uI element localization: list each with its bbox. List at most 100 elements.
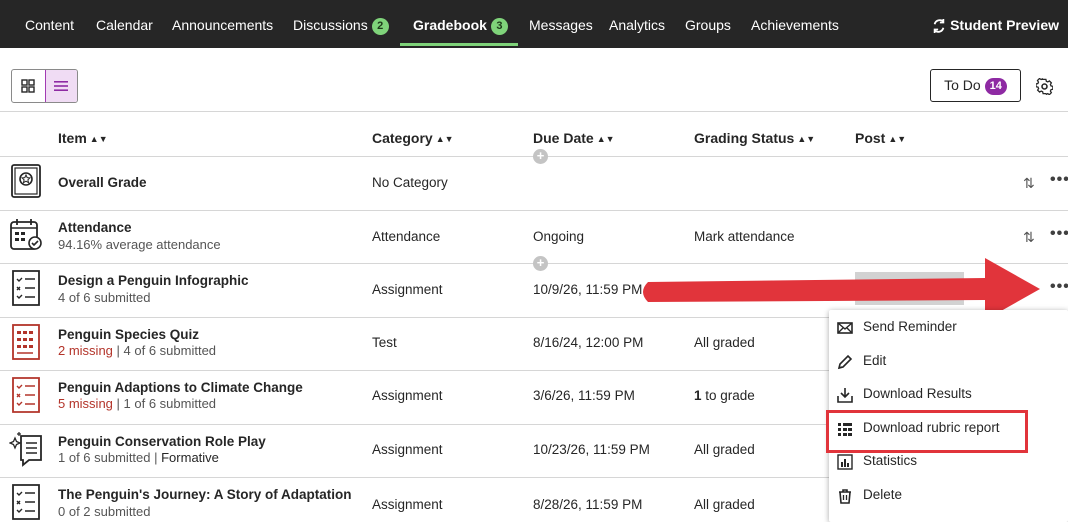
discussions-badge: 2 [371,18,389,35]
nav-analytics[interactable]: Analytics [609,0,665,48]
trash-icon [839,489,851,504]
item-category: Assignment [372,497,443,512]
more-options-icon[interactable]: ••• [1050,278,1068,296]
overall-grade-icon [11,164,41,198]
separator: | [150,450,162,465]
menu-item-label: Edit [863,353,887,368]
separator: | [112,343,124,358]
reorder-icon[interactable]: ⇅ [1023,175,1035,192]
todo-count-badge: 14 [984,78,1007,95]
nav-announcements[interactable]: Announcements [172,0,273,48]
sort-icon: ▲▼ [435,134,454,144]
menu-item-delete[interactable]: Delete [829,481,1068,511]
sort-icon: ▲▼ [797,134,816,144]
column-header-due-date[interactable]: Due Date ▲▼ [533,130,615,146]
menu-item-label: Statistics [863,453,918,468]
table-row[interactable]: Overall Grade No Category ⇅ ••• [0,157,1068,210]
sort-icon: ▲▼ [89,134,108,144]
menu-item-label: Send Reminder [863,319,957,334]
grading-status-link[interactable]: Mark attendance [694,229,795,244]
test-icon [12,324,40,360]
student-preview-label: Student Preview [950,17,1059,33]
toolbar-divider [0,111,1068,112]
sort-icon: ▲▼ [596,134,615,144]
item-title[interactable]: Penguin Conservation Role Play [58,434,266,449]
calendar-check-icon [10,219,42,250]
submitted-count: 4 of 6 submitted [123,343,217,358]
nav-content[interactable]: Content [25,0,74,48]
column-header-post[interactable]: Post ▲▼ [855,130,906,146]
menu-item-label: Download Results [863,386,972,401]
gear-icon[interactable] [1036,78,1053,95]
pencil-icon [837,354,853,370]
item-title[interactable]: The Penguin's Journey: A Story of Adapta… [58,487,351,502]
list-icon [54,81,69,91]
assignment-icon [12,377,40,413]
assignment-icon [12,484,40,520]
nav-groups[interactable]: Groups [685,0,731,48]
item-category: Test [372,335,397,350]
item-due-date: 3/6/26, 11:59 PM [533,388,635,403]
student-preview-button[interactable]: Student Preview [932,0,1059,48]
top-nav: Content Calendar Announcements Discussio… [0,0,1068,48]
nav-gradebook-label: Gradebook [413,17,487,33]
menu-item-label: Delete [863,487,903,502]
active-tab-indicator [400,43,518,46]
column-header-category[interactable]: Category ▲▼ [372,130,454,146]
item-due-date: 10/9/26, 11:59 PM [533,282,643,297]
item-subtitle: 0 of 2 submitted [58,504,151,519]
grading-status: All graded [694,497,755,512]
gradebook-badge: 3 [490,18,508,35]
item-category: No Category [372,175,448,190]
nav-achievements[interactable]: Achievements [751,0,839,48]
role-play-icon [9,432,42,467]
nav-discussions[interactable]: Discussions 2 [293,0,389,48]
table-row[interactable]: Attendance 94.16% average attendance Att… [0,211,1068,263]
submitted-count: 1 of 6 submitted [123,396,217,411]
menu-item-edit[interactable]: Edit [829,347,1068,377]
item-title[interactable]: Attendance [58,220,132,235]
item-title[interactable]: Penguin Adaptions to Climate Change [58,380,303,395]
item-subtitle: 4 of 6 submitted [58,290,151,305]
nav-gradebook[interactable]: Gradebook 3 [413,0,508,48]
item-category: Attendance [372,229,441,244]
column-header-grading-status-label: Grading Status [694,130,795,146]
reorder-icon[interactable]: ⇅ [1023,229,1035,246]
item-due-date: 8/28/26, 11:59 PM [533,497,643,512]
nav-messages[interactable]: Messages [529,0,593,48]
missing-count[interactable]: 5 missing [58,396,113,411]
item-title[interactable]: Penguin Species Quiz [58,327,199,342]
item-title[interactable]: Design a Penguin Infographic [58,273,249,288]
grading-status-link[interactable]: 1 to grade [694,388,755,403]
item-subtitle: 1 of 6 submitted | Formative [58,450,219,465]
column-header-item-label: Item [58,130,87,146]
missing-count[interactable]: 2 missing [58,343,113,358]
item-subtitle: 2 missing | 4 of 6 submitted [58,343,216,358]
annotation-highlight-box [826,410,1028,453]
todo-button[interactable]: To Do 14 [930,69,1021,102]
nav-calendar[interactable]: Calendar [96,0,153,48]
more-options-icon[interactable]: ••• [1050,225,1068,243]
assignment-icon [12,270,40,306]
column-header-item[interactable]: Item ▲▼ [58,130,108,146]
item-category: Assignment [372,388,443,403]
statistics-icon [837,454,853,470]
more-options-icon[interactable]: ••• [1050,171,1068,189]
item-due-date: Ongoing [533,229,585,244]
sort-icon: ▲▼ [888,134,907,144]
item-subtitle: 94.16% average attendance [58,237,221,252]
column-header-post-label: Post [855,130,886,146]
column-header-grading-status[interactable]: Grading Status ▲▼ [694,130,815,146]
post-button-placeholder [855,272,964,305]
formative-tag: Formative [161,450,219,465]
item-subtitle: 5 missing | 1 of 6 submitted [58,396,216,411]
menu-item-send-reminder[interactable]: Send Reminder [829,313,1068,343]
list-view-button[interactable] [44,70,77,102]
column-header-due-date-label: Due Date [533,130,594,146]
nav-discussions-label: Discussions [293,17,368,33]
menu-item-download-results[interactable]: Download Results [829,380,1068,410]
item-due-date: 8/16/24, 12:00 PM [533,335,644,350]
grid-view-button[interactable] [12,70,45,102]
item-title[interactable]: Overall Grade [58,175,147,190]
envelope-icon [837,322,853,334]
